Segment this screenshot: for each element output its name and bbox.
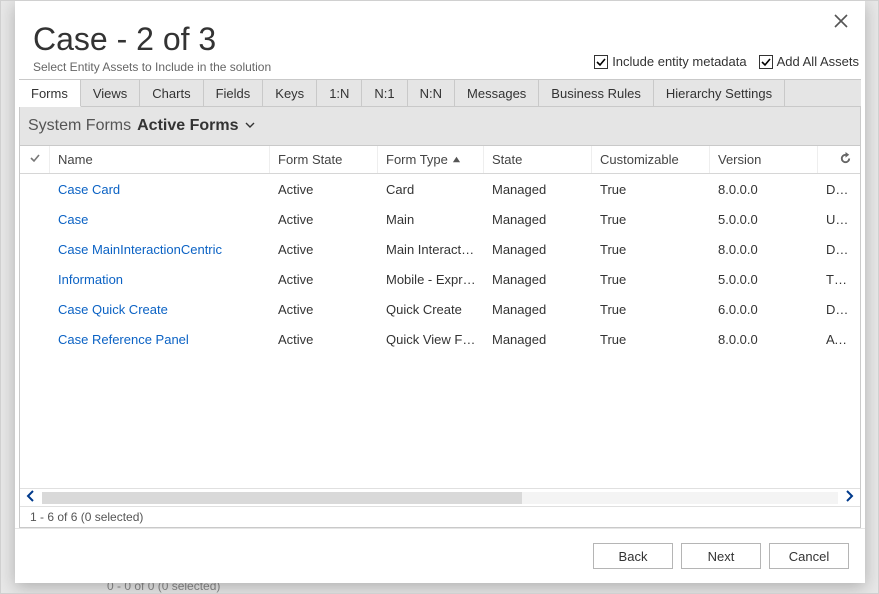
grid-header: Name Form State Form Type State Customiz… [20,146,860,174]
tab-charts[interactable]: Charts [140,80,203,106]
row-description: This [818,272,848,287]
row-form-state: Active [270,242,378,257]
row-state: Managed [484,332,592,347]
row-form-type: Quick Create [378,302,484,317]
tab-1-n[interactable]: 1:N [317,80,362,106]
scroll-right-icon[interactable] [838,490,860,505]
include-metadata-label: Include entity metadata [612,54,746,69]
row-state: Managed [484,242,592,257]
table-row[interactable]: InformationActiveMobile - ExpressManaged… [20,264,860,294]
dialog-title: Case - 2 of 3 [33,21,847,58]
row-name-link[interactable]: Case MainInteractionCentric [50,242,270,257]
row-customizable: True [592,182,710,197]
row-description: Def [818,242,848,257]
row-form-state: Active [270,302,378,317]
view-prefix: System Forms [28,117,131,135]
add-all-assets-checkbox[interactable]: Add All Assets [759,54,859,69]
row-state: Managed [484,302,592,317]
row-name-link[interactable]: Information [50,272,270,287]
row-state: Managed [484,182,592,197]
tab-fields[interactable]: Fields [204,80,264,106]
add-all-assets-label: Add All Assets [777,54,859,69]
row-customizable: True [592,272,710,287]
table-row[interactable]: CaseActiveMainManagedTrue5.0.0.0Upd [20,204,860,234]
tab-n-1[interactable]: N:1 [362,80,407,106]
row-version: 8.0.0.0 [710,182,818,197]
row-form-state: Active [270,212,378,227]
column-select-all[interactable] [20,146,50,173]
column-form-type[interactable]: Form Type [378,146,484,173]
row-version: 8.0.0.0 [710,242,818,257]
cancel-button[interactable]: Cancel [769,543,849,569]
checkmark-icon [29,152,41,167]
table-row[interactable]: Case Reference PanelActiveQuick View For… [20,324,860,354]
row-customizable: True [592,332,710,347]
scroll-track[interactable] [42,492,838,504]
close-icon[interactable] [829,9,853,33]
grid-status: 1 - 6 of 6 (0 selected) [20,506,860,527]
tab-strip: FormsViewsChartsFieldsKeys1:NN:1N:NMessa… [19,79,861,107]
row-form-state: Active [270,332,378,347]
include-metadata-checkbox[interactable]: Include entity metadata [594,54,746,69]
row-description: Def [818,302,848,317]
row-version: 5.0.0.0 [710,272,818,287]
back-button[interactable]: Back [593,543,673,569]
column-form-state[interactable]: Form State [270,146,378,173]
column-version[interactable]: Version [710,146,818,173]
row-form-type: Quick View Form [378,332,484,347]
view-name: Active Forms [137,117,238,135]
grid-body: Case CardActiveCardManagedTrue8.0.0.0Def… [20,174,860,488]
tab-business-rules[interactable]: Business Rules [539,80,654,106]
tab-messages[interactable]: Messages [455,80,539,106]
tab-views[interactable]: Views [81,80,140,106]
row-form-type: Main [378,212,484,227]
scroll-left-icon[interactable] [20,490,42,505]
next-button[interactable]: Next [681,543,761,569]
row-description: Upd [818,212,848,227]
tab-forms[interactable]: Forms [19,80,81,107]
row-description: Def [818,182,848,197]
row-name-link[interactable]: Case Card [50,182,270,197]
chevron-down-icon [245,117,255,135]
table-row[interactable]: Case Quick CreateActiveQuick CreateManag… [20,294,860,324]
row-customizable: True [592,242,710,257]
row-customizable: True [592,302,710,317]
row-name-link[interactable]: Case [50,212,270,227]
table-row[interactable]: Case CardActiveCardManagedTrue8.0.0.0Def [20,174,860,204]
row-name-link[interactable]: Case Reference Panel [50,332,270,347]
tab-hierarchy-settings[interactable]: Hierarchy Settings [654,80,785,106]
row-state: Managed [484,272,592,287]
tab-n-n[interactable]: N:N [408,80,455,106]
tab-keys[interactable]: Keys [263,80,317,106]
checkmark-icon [594,55,608,69]
column-customizable[interactable]: Customizable [592,146,710,173]
wizard-dialog: Case - 2 of 3 Select Entity Assets to In… [15,1,865,583]
view-selector[interactable]: System Forms Active Forms [20,107,860,145]
row-version: 6.0.0.0 [710,302,818,317]
column-name[interactable]: Name [50,146,270,173]
sort-asc-icon [452,152,461,167]
row-name-link[interactable]: Case Quick Create [50,302,270,317]
row-version: 5.0.0.0 [710,212,818,227]
checkmark-icon [759,55,773,69]
column-state[interactable]: State [484,146,592,173]
row-form-type: Mobile - Express [378,272,484,287]
row-version: 8.0.0.0 [710,332,818,347]
row-form-state: Active [270,182,378,197]
horizontal-scrollbar[interactable] [20,488,860,506]
row-form-type: Card [378,182,484,197]
refresh-icon [839,152,852,168]
row-customizable: True [592,212,710,227]
row-state: Managed [484,212,592,227]
scroll-thumb[interactable] [42,492,522,504]
row-form-type: Main Interaction... [378,242,484,257]
table-row[interactable]: Case MainInteractionCentricActiveMain In… [20,234,860,264]
row-description: A fo [818,332,848,347]
refresh-grid-button[interactable] [818,146,860,173]
row-form-state: Active [270,272,378,287]
